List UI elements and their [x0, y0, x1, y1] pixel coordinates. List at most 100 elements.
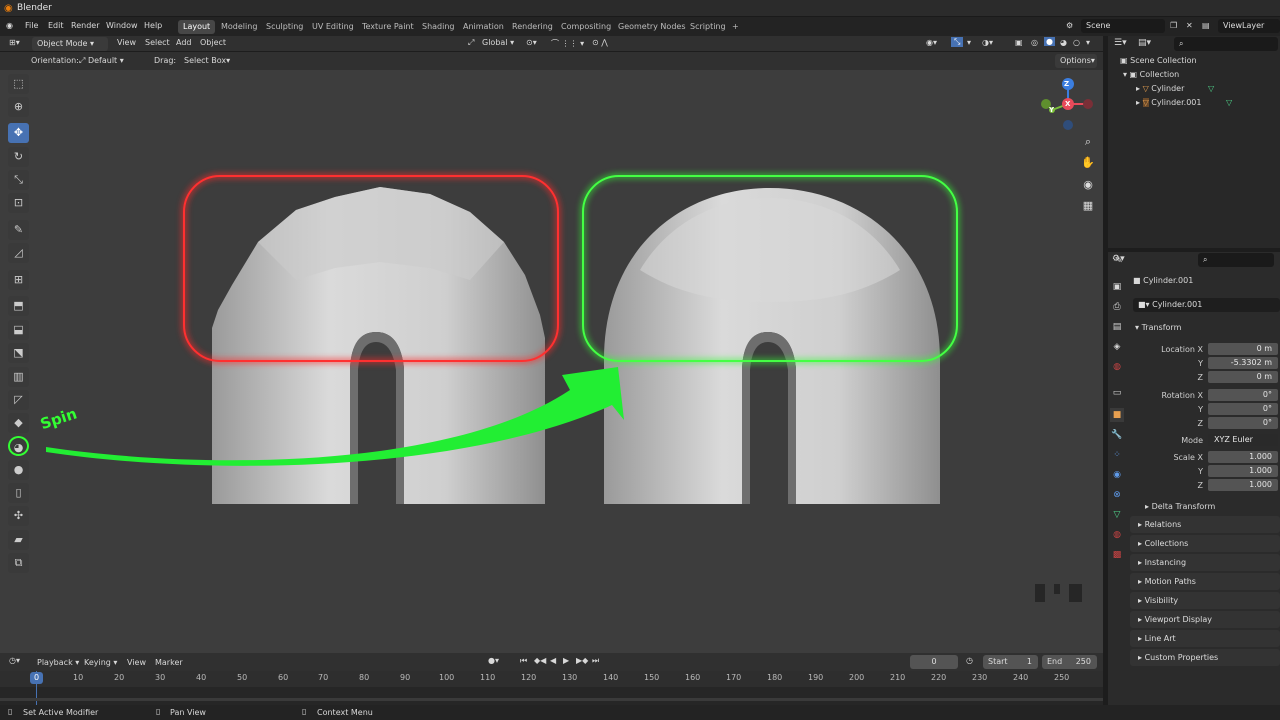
timeline-scrollbar[interactable]: [0, 698, 1103, 701]
menu-timeline-view[interactable]: View: [127, 658, 146, 667]
orientation-icon[interactable]: ⤢: [468, 38, 474, 48]
grid-view-icon[interactable]: ▦: [1078, 197, 1098, 215]
jump-start-icon[interactable]: ⏮: [520, 656, 527, 666]
outliner-item-cylinder[interactable]: ▸ ▽ Cylinder: [1136, 84, 1184, 93]
measure-tool-icon[interactable]: ◿: [8, 243, 29, 263]
visibility-icon[interactable]: ◉▾: [926, 38, 937, 47]
shading-options-icon[interactable]: ▾: [1086, 38, 1090, 47]
scale-y-field[interactable]: 1.000: [1208, 465, 1278, 477]
camera-icon[interactable]: ◉: [1078, 176, 1098, 194]
view-layer-icon[interactable]: ▤: [1202, 21, 1210, 30]
spin-tool-icon[interactable]: ◕: [8, 436, 29, 456]
snap-icon[interactable]: ⌒ ⋮⋮ ▾: [551, 38, 584, 49]
bevel-tool-icon[interactable]: ⬔: [8, 343, 29, 363]
panel-custom-properties[interactable]: ▸ Custom Properties: [1130, 649, 1280, 666]
tab-compositing[interactable]: Compositing: [556, 20, 616, 34]
delta-transform-header[interactable]: ▸ Delta Transform: [1145, 502, 1215, 511]
mode-dropdown[interactable]: Object Mode ▾: [32, 37, 108, 51]
inset-tool-icon[interactable]: ⬓: [8, 320, 29, 340]
scene-tab-icon[interactable]: ◈: [1110, 340, 1124, 354]
panel-relations[interactable]: ▸ Relations: [1130, 516, 1280, 533]
loop-cut-tool-icon[interactable]: ▥: [8, 367, 29, 387]
menu-add[interactable]: Add: [176, 38, 192, 47]
outliner-item-cylinder-001[interactable]: ▸ ▽ Cylinder.001: [1136, 98, 1201, 107]
rotation-y-field[interactable]: 0°: [1208, 403, 1278, 415]
constraints-tab-icon[interactable]: ⊗: [1110, 488, 1124, 502]
world-tab-icon[interactable]: ◍: [1110, 360, 1124, 374]
scale-tool-icon[interactable]: ⤡: [8, 170, 29, 190]
timeline-editor-icon[interactable]: ◷▾: [9, 656, 20, 665]
tab-modeling[interactable]: Modeling: [216, 20, 262, 34]
menu-object[interactable]: Object: [200, 38, 226, 47]
pivot-icon[interactable]: ⊙▾: [526, 38, 537, 47]
blender-menu-icon[interactable]: ◉: [6, 21, 13, 30]
mesh-data-icon-2[interactable]: ▽: [1226, 98, 1232, 107]
menu-file[interactable]: File: [25, 21, 38, 30]
edge-slide-tool-icon[interactable]: ▯: [8, 483, 29, 503]
tab-texture-paint[interactable]: Texture Paint: [357, 20, 419, 34]
annotate-tool-icon[interactable]: ✎: [8, 220, 29, 240]
shrink-fatten-tool-icon[interactable]: ✣: [8, 506, 29, 526]
current-frame-field[interactable]: 0: [910, 655, 958, 669]
preview-range-icon[interactable]: ◷: [966, 656, 973, 665]
panel-visibility[interactable]: ▸ Visibility: [1130, 592, 1280, 609]
menu-render[interactable]: Render: [71, 21, 99, 30]
new-scene-icon[interactable]: ❐: [1170, 21, 1177, 30]
editor-type-icon[interactable]: ⊞▾: [9, 38, 20, 47]
location-z-field[interactable]: 0 m: [1208, 371, 1278, 383]
pan-hand-icon[interactable]: ✋: [1078, 154, 1098, 172]
transform-orientation-dropdown[interactable]: Global ▾: [482, 38, 514, 47]
solid-shading-icon[interactable]: ●: [1044, 37, 1055, 46]
scene-collection-row[interactable]: ▣ Scene Collection: [1120, 56, 1197, 65]
tab-rendering[interactable]: Rendering: [507, 20, 558, 34]
outliner-editor-icon[interactable]: ☰▾: [1114, 38, 1127, 48]
physics-tab-icon[interactable]: ◉: [1110, 468, 1124, 482]
wireframe-shading-icon[interactable]: ◎: [1031, 38, 1038, 47]
xray-icon[interactable]: ▣: [1015, 38, 1023, 47]
panel-viewport-display[interactable]: ▸ Viewport Display: [1130, 611, 1280, 628]
rotate-tool-icon[interactable]: ↻: [8, 147, 29, 167]
options-dropdown[interactable]: Options▾: [1055, 54, 1097, 68]
prev-keyframe-icon[interactable]: ◆◀: [534, 656, 546, 665]
move-tool-icon[interactable]: ✥: [8, 123, 29, 143]
panel-line-art[interactable]: ▸ Line Art: [1130, 630, 1280, 647]
modifier-tab-icon[interactable]: 🔧: [1110, 428, 1124, 442]
view-layer-field[interactable]: ViewLayer: [1218, 19, 1280, 33]
menu-help[interactable]: Help: [144, 21, 162, 30]
3d-viewport[interactable]: Z X Y Spin ⬚ ⊕ ✥ ↻ ⤡ ⊡ ✎ ◿ ⊞ ⬒ ⬓ ⬔ ▥ ◸ ◆…: [0, 70, 1103, 653]
mesh-data-icon[interactable]: ▽: [1208, 84, 1214, 93]
collection-row[interactable]: ▾ ▣ Collection: [1123, 70, 1179, 79]
display-mode-icon[interactable]: ▤▾: [1138, 38, 1151, 48]
tab-uv-editing[interactable]: UV Editing: [307, 20, 359, 34]
scene-icon[interactable]: ⚙: [1066, 21, 1073, 30]
tab-animation[interactable]: Animation: [458, 20, 509, 34]
tab-sculpting[interactable]: Sculpting: [261, 20, 308, 34]
properties-search[interactable]: ⌕: [1198, 253, 1274, 267]
location-y-field[interactable]: -5.3302 m: [1208, 357, 1278, 369]
gizmo-dropdown-icon[interactable]: ▾: [967, 38, 971, 47]
gizmo-toggle-icon[interactable]: ⤡: [951, 37, 964, 47]
scale-x-field[interactable]: 1.000: [1208, 451, 1278, 463]
extrude-tool-icon[interactable]: ⬒: [8, 296, 29, 316]
poly-build-tool-icon[interactable]: ◆: [8, 413, 29, 433]
panel-motion-paths[interactable]: ▸ Motion Paths: [1130, 573, 1280, 590]
rendered-shading-icon[interactable]: ○: [1073, 38, 1080, 47]
next-keyframe-icon[interactable]: ▶◆: [576, 656, 588, 665]
collection-tab-icon[interactable]: ▭: [1110, 386, 1124, 400]
play-reverse-icon[interactable]: ◀: [550, 656, 556, 665]
texture-tab-icon[interactable]: ▩: [1110, 548, 1124, 562]
start-frame-field[interactable]: Start 1: [983, 655, 1038, 669]
particles-tab-icon[interactable]: ⁘: [1110, 448, 1124, 462]
data-tab-icon[interactable]: ▽: [1110, 508, 1124, 522]
rotation-z-field[interactable]: 0°: [1208, 417, 1278, 429]
menu-edit[interactable]: Edit: [48, 21, 64, 30]
menu-marker[interactable]: Marker: [155, 658, 183, 667]
shear-tool-icon[interactable]: ▰: [8, 530, 29, 550]
rip-region-tool-icon[interactable]: ⧉: [8, 553, 29, 573]
knife-tool-icon[interactable]: ◸: [8, 390, 29, 410]
select-box-tool-icon[interactable]: ⬚: [8, 74, 29, 94]
tab-shading[interactable]: Shading: [417, 20, 460, 34]
play-icon[interactable]: ▶: [563, 656, 569, 665]
cursor-tool-icon[interactable]: ⊕: [8, 97, 29, 117]
tab-geometry-nodes[interactable]: Geometry Nodes: [613, 20, 690, 34]
